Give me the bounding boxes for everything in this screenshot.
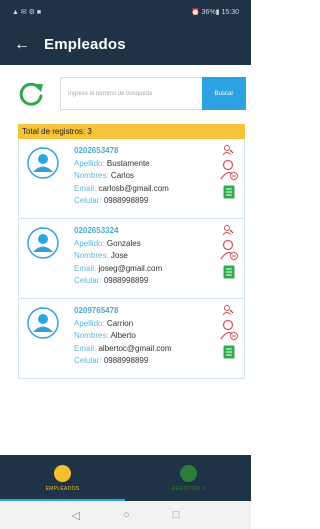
email-label: Email: xyxy=(74,183,97,193)
email-label: Email: xyxy=(74,343,97,353)
email-value: joseg@gmail.com xyxy=(98,263,163,273)
nombres-label: Nombres: xyxy=(74,171,109,180)
employee-nav-icon xyxy=(54,464,71,482)
system-navigation-bar: ◁ ○ □ xyxy=(0,501,251,529)
register-nav-icon xyxy=(180,464,197,482)
employee-code: 0209765478 xyxy=(74,306,119,315)
nav-empleados-label: EMPLEADOS xyxy=(45,485,80,492)
user-avatar-icon xyxy=(27,307,59,339)
email-label: Email: xyxy=(74,263,97,273)
employee-info: 0209765478 Apellido: Carrion Nombres: Al… xyxy=(74,305,172,368)
employee-card[interactable]: 0209765478 Apellido: Carrion Nombres: Al… xyxy=(18,299,245,379)
bottom-navigation: EMPLEADOS REGISTRO 3 xyxy=(0,455,251,501)
status-right-info: ⏰ 36%▮ 15:30 xyxy=(191,9,239,16)
document-icon[interactable] xyxy=(223,185,235,199)
edit-user-icon[interactable] xyxy=(222,224,234,236)
employee-code: 0202653478 xyxy=(74,146,119,155)
apellido-label: Apellido: xyxy=(74,318,105,328)
employee-card[interactable]: 0202653324 Apellido: Gonzales Nombres: J… xyxy=(18,219,245,299)
search-button[interactable]: Buscar xyxy=(202,77,246,110)
apellido-label: Apellido: xyxy=(74,238,105,248)
celular-value: 0988998899 xyxy=(103,276,149,285)
page-title: Empleados xyxy=(44,36,126,53)
document-icon[interactable] xyxy=(223,265,235,279)
apellido-value: Bustamente xyxy=(106,158,150,168)
system-home-icon[interactable]: ○ xyxy=(123,509,130,521)
nav-empleados[interactable]: EMPLEADOS xyxy=(0,455,125,501)
nombres-value: Alberto xyxy=(110,331,136,340)
back-arrow-icon[interactable]: ← xyxy=(0,24,44,65)
status-left-icons: ▲ ✉ ⚙ ■ xyxy=(12,9,42,16)
email-value: carlosb@gmail.com xyxy=(98,183,169,193)
nav-registro[interactable]: REGISTRO 3 xyxy=(126,455,251,501)
remove-user-icon[interactable] xyxy=(220,239,238,261)
celular-value: 0988998899 xyxy=(103,356,149,365)
employee-info: 0202653478 Apellido: Bustamente Nombres:… xyxy=(74,145,169,208)
employee-code: 0202653324 xyxy=(74,226,119,235)
remove-user-icon[interactable] xyxy=(220,319,238,341)
apellido-value: Gonzales xyxy=(106,238,141,248)
nombres-value: Jose xyxy=(110,251,128,260)
celular-value: 0988998899 xyxy=(103,196,149,205)
celular-label: Celular: xyxy=(74,276,102,285)
celular-label: Celular: xyxy=(74,356,102,365)
document-icon[interactable] xyxy=(223,345,235,359)
user-avatar-icon xyxy=(27,147,59,179)
status-bar: ▲ ✉ ⚙ ■ ⏰ 36%▮ 15:30 xyxy=(0,0,251,24)
edit-user-icon[interactable] xyxy=(222,144,234,156)
nombres-label: Nombres: xyxy=(74,331,109,340)
user-avatar-icon xyxy=(27,227,59,259)
email-value: albertoc@gmail.com xyxy=(98,343,172,353)
refresh-icon[interactable] xyxy=(17,80,45,108)
edit-user-icon[interactable] xyxy=(222,304,234,316)
search-row: Buscar xyxy=(0,77,251,111)
nombres-value: Carlos xyxy=(110,171,135,180)
search-input[interactable] xyxy=(60,77,202,110)
apellido-label: Apellido: xyxy=(74,158,105,168)
system-back-icon[interactable]: ◁ xyxy=(72,509,80,522)
app-bar: ← Empleados xyxy=(0,24,251,65)
remove-user-icon[interactable] xyxy=(220,159,238,181)
nav-registro-label: REGISTRO 3 xyxy=(171,485,206,492)
total-records-bar: Total de registros: 3 xyxy=(18,124,245,139)
nombres-label: Nombres: xyxy=(74,251,109,260)
system-recents-icon[interactable]: □ xyxy=(173,509,180,521)
employee-info: 0202653324 Apellido: Gonzales Nombres: J… xyxy=(74,225,162,288)
apellido-value: Carrion xyxy=(106,318,134,328)
celular-label: Celular: xyxy=(74,196,102,205)
employee-card[interactable]: 0202653478 Apellido: Bustamente Nombres:… xyxy=(18,139,245,219)
